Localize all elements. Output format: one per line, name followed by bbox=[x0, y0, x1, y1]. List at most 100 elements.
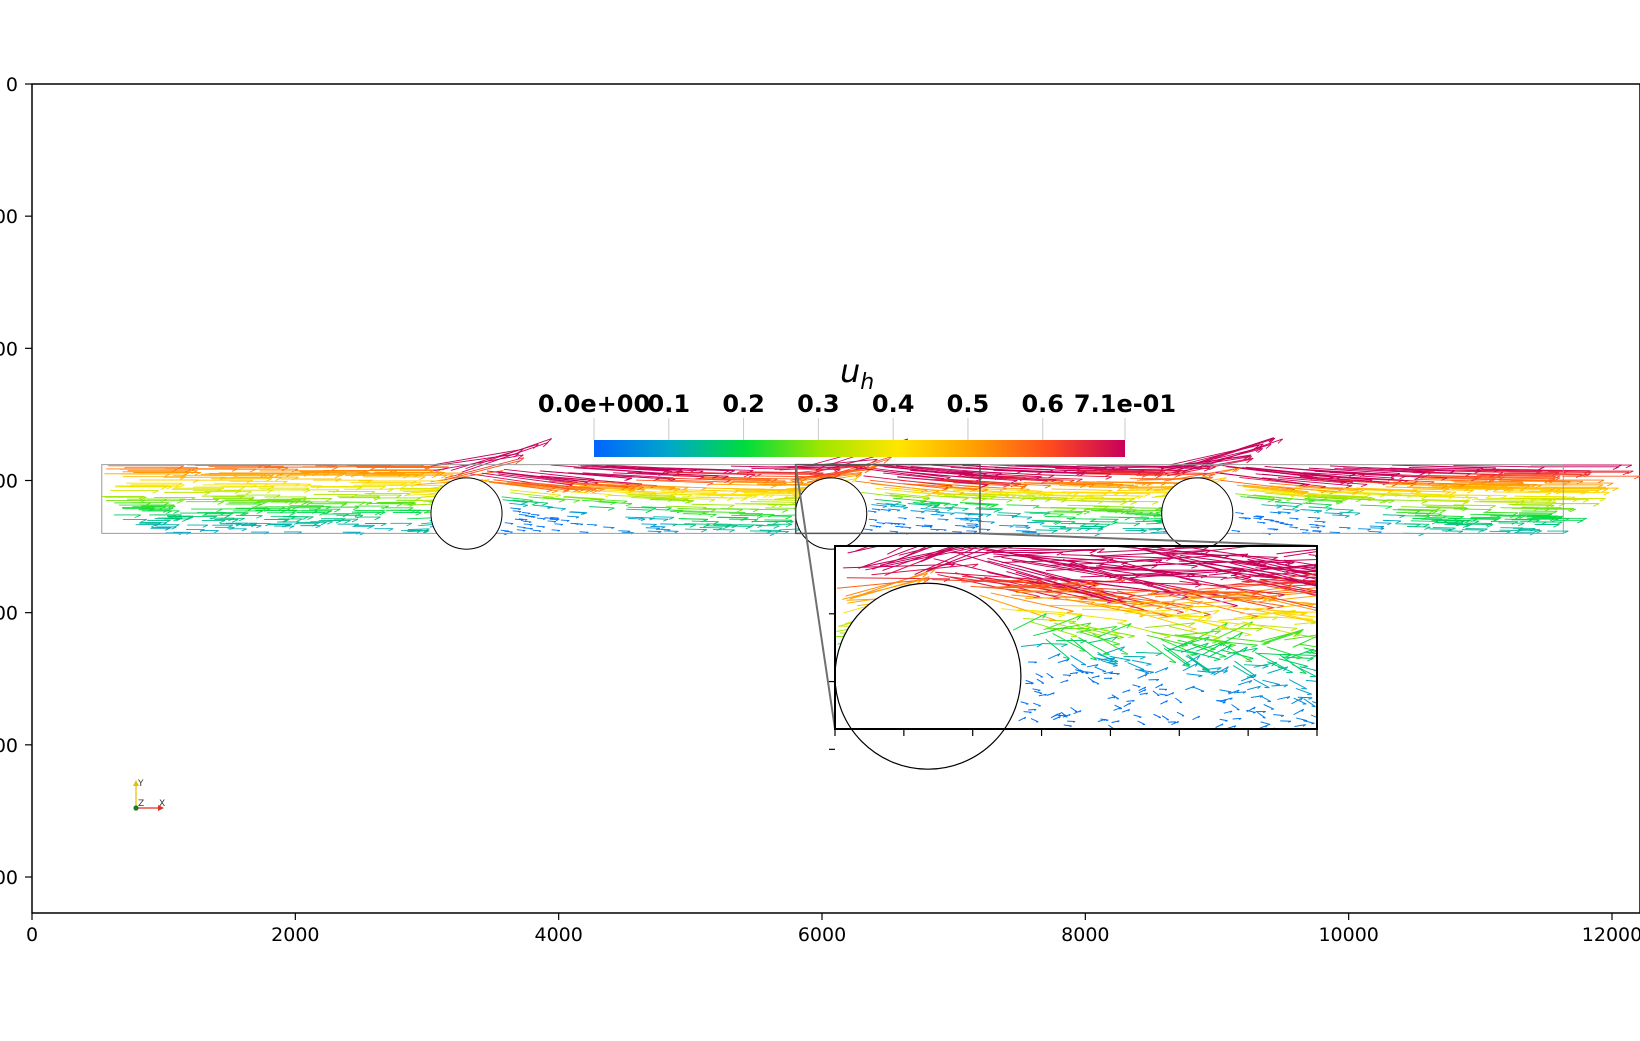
velocity-arrow bbox=[980, 521, 995, 523]
velocity-arrow bbox=[684, 528, 707, 531]
velocity-arrow bbox=[967, 525, 979, 527]
colorbar-tick-label: 0.4 bbox=[872, 390, 915, 418]
velocity-arrow bbox=[1299, 529, 1309, 531]
velocity-arrow-head bbox=[1112, 665, 1118, 667]
velocity-arrow-head bbox=[1145, 672, 1150, 675]
velocity-arrow-head bbox=[1105, 719, 1109, 722]
velocity-arrow-head bbox=[1080, 663, 1086, 666]
triad-z-label: Z bbox=[138, 799, 144, 809]
x-tick-label: 10000 bbox=[1318, 924, 1378, 946]
velocity-arrow-head bbox=[1225, 720, 1228, 722]
y-tick-label: 0 bbox=[6, 74, 18, 96]
y-tick-label: 00 bbox=[0, 867, 18, 889]
x-tick-label: 8000 bbox=[1061, 924, 1109, 946]
x-tick-label: 2000 bbox=[271, 924, 319, 946]
velocity-arrow bbox=[551, 529, 560, 531]
velocity-arrow bbox=[999, 524, 1014, 527]
velocity-arrow bbox=[1514, 495, 1567, 498]
velocity-arrow bbox=[915, 517, 925, 519]
velocity-arrow bbox=[955, 525, 966, 527]
velocity-arrow bbox=[1329, 531, 1341, 534]
triad-x-label: X bbox=[159, 799, 165, 809]
velocity-arrow-head bbox=[1029, 711, 1032, 714]
velocity-arrow bbox=[1487, 497, 1537, 500]
quiver-figure: 020004000600080001000012000 000000000000… bbox=[0, 0, 1640, 1041]
y-tick-label: 00 bbox=[0, 735, 18, 757]
colorbar-tick-label: 0.3 bbox=[797, 390, 840, 418]
velocity-arrow-head bbox=[1069, 725, 1072, 728]
velocity-arrow bbox=[1289, 517, 1299, 520]
velocity-arrow bbox=[718, 516, 749, 519]
velocity-arrow bbox=[915, 524, 925, 527]
velocity-arrow bbox=[1310, 526, 1320, 528]
velocity-arrow-head bbox=[1068, 674, 1072, 677]
velocity-arrow bbox=[1049, 528, 1072, 530]
velocity-arrow bbox=[1035, 529, 1058, 531]
cylinder-obstacle bbox=[430, 477, 503, 550]
colorbar-gradient bbox=[594, 440, 1125, 457]
velocity-arrow bbox=[924, 524, 933, 527]
velocity-arrow bbox=[1309, 524, 1319, 526]
x-tick-label: 12000 bbox=[1582, 924, 1640, 946]
velocity-arrow bbox=[964, 526, 976, 528]
y-tick-label: 00 bbox=[0, 603, 18, 625]
velocity-arrow bbox=[750, 501, 796, 503]
velocity-arrow bbox=[586, 523, 598, 526]
velocity-arrow bbox=[1289, 526, 1298, 528]
y-tick-label: 00 bbox=[0, 206, 18, 228]
velocity-arrow-head bbox=[1311, 722, 1315, 725]
velocity-arrow bbox=[560, 519, 570, 522]
velocity-arrow bbox=[554, 523, 563, 525]
velocity-arrow-head bbox=[1262, 717, 1266, 719]
colorbar-tick-label: 0.0e+00 bbox=[538, 390, 650, 418]
velocity-arrow bbox=[966, 530, 977, 532]
velocity-arrow-head bbox=[1311, 705, 1316, 708]
velocity-arrow bbox=[1279, 522, 1289, 525]
velocity-arrow bbox=[579, 531, 589, 533]
y-tick-label: 00 bbox=[0, 338, 18, 360]
velocity-arrow bbox=[653, 516, 675, 518]
velocity-arrow bbox=[1339, 526, 1351, 529]
velocity-arrow bbox=[1284, 523, 1293, 526]
velocity-arrow bbox=[1042, 525, 1066, 528]
velocity-arrow bbox=[1312, 530, 1322, 532]
velocity-arrow bbox=[930, 528, 939, 531]
velocity-arrow bbox=[1428, 517, 1459, 519]
velocity-arrow-head bbox=[1091, 672, 1094, 674]
velocity-arrow-head bbox=[1049, 619, 1057, 622]
velocity-arrow-head bbox=[1121, 653, 1129, 655]
velocity-arrow bbox=[1297, 696, 1313, 699]
velocity-arrow bbox=[641, 523, 657, 525]
velocity-arrow bbox=[1122, 507, 1162, 509]
velocity-arrow bbox=[691, 520, 719, 523]
velocity-arrow bbox=[1314, 520, 1326, 523]
inset-cylinder bbox=[834, 582, 1022, 770]
velocity-arrow bbox=[1375, 522, 1392, 524]
velocity-arrow-head bbox=[1077, 670, 1082, 672]
velocity-arrow bbox=[750, 508, 789, 511]
x-tick-label: 6000 bbox=[798, 924, 846, 946]
x-tick-label: 0 bbox=[26, 924, 38, 946]
colorbar-tick-label: 0.5 bbox=[947, 390, 990, 418]
velocity-arrow bbox=[570, 522, 579, 525]
velocity-arrow bbox=[729, 512, 763, 515]
colorbar-tick-label: 0.1 bbox=[648, 390, 691, 418]
colorbar-tick-label: 0.2 bbox=[722, 390, 765, 418]
velocity-arrow-head bbox=[1164, 694, 1168, 697]
velocity-arrow-head bbox=[1219, 656, 1227, 658]
velocity-arrow bbox=[937, 528, 947, 531]
velocity-arrow bbox=[1026, 521, 1045, 524]
velocity-arrow bbox=[1435, 521, 1462, 524]
velocity-arrow bbox=[923, 525, 933, 528]
colorbar-tick-label: 7.1e-01 bbox=[1074, 390, 1176, 418]
velocity-arrow bbox=[1060, 522, 1087, 525]
cylinder-obstacle bbox=[1161, 477, 1234, 550]
velocity-arrow bbox=[603, 526, 615, 528]
velocity-arrow bbox=[952, 531, 962, 533]
velocity-arrow bbox=[684, 523, 710, 525]
velocity-arrow bbox=[741, 503, 786, 505]
triad-y-label: Y bbox=[137, 779, 144, 789]
y-tick-label: 00 bbox=[0, 471, 18, 493]
velocity-arrow bbox=[1107, 511, 1143, 513]
velocity-arrow bbox=[1407, 526, 1431, 528]
